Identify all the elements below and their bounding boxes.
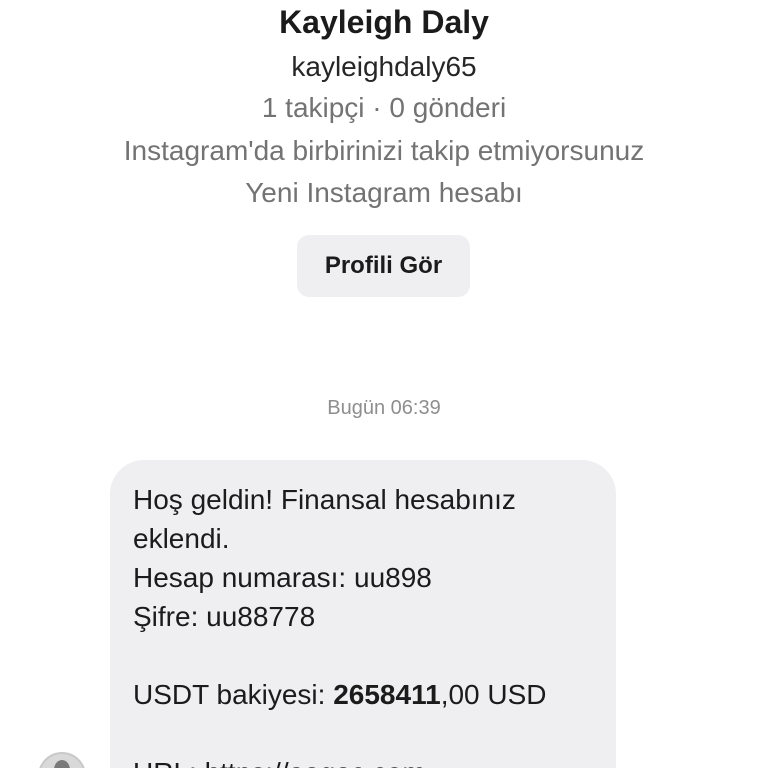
password-line: Şifre: uu88778	[133, 601, 316, 632]
new-account-note: Yeni Instagram hesabı	[245, 177, 523, 208]
balance-label: USDT bakiyesi:	[133, 679, 334, 710]
message-timestamp: Bugün 06:39	[327, 397, 441, 419]
balance-line: USDT bakiyesi: 2658411,00 USD	[133, 675, 594, 714]
profile-stats: 1 takipçi · 0 gönderi	[261, 92, 507, 123]
message-line: Hoş geldin! Finansal hesabınız	[133, 484, 516, 515]
avatar-photo	[54, 760, 70, 768]
message-line: eklendi.	[133, 523, 230, 554]
message-bubble[interactable]: Hoş geldin! Finansal hesabınız eklendi. …	[110, 460, 616, 768]
view-profile-button[interactable]: Profili Gör	[297, 235, 470, 297]
profile-username: kayleighdaly65	[291, 51, 477, 82]
balance-suffix: ,00 USD	[440, 679, 547, 710]
chat-screen: Kayleigh Daly kayleighdaly65 1 takipçi ·…	[0, 0, 768, 768]
profile-name: Kayleigh Daly	[279, 4, 489, 40]
mutual-follow-status: Instagram'da birbirinizi takip etmiyorsu…	[123, 135, 645, 166]
balance-amount: 2658411	[333, 679, 441, 710]
sender-avatar[interactable]	[38, 752, 86, 768]
url-line: URL: https://aagac.com	[133, 753, 594, 768]
account-number-line: Hesap numarası: uu898	[133, 562, 432, 593]
